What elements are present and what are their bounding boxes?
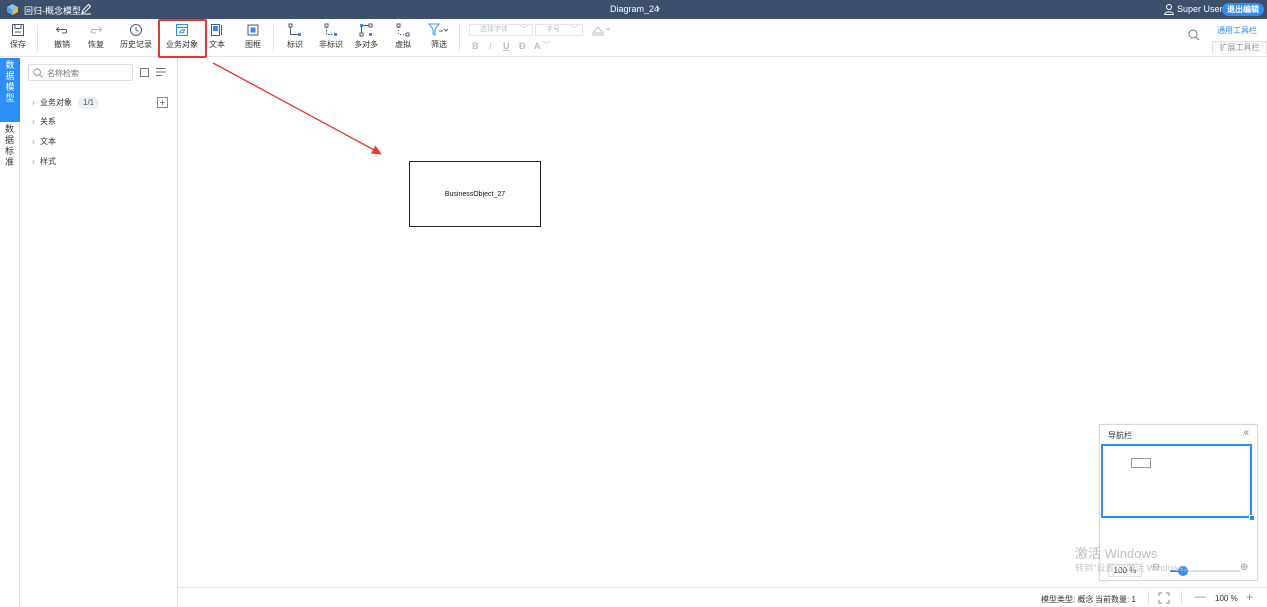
- zoom-level: 100 %: [1215, 594, 1238, 603]
- tree-item-relation[interactable]: › 关系: [32, 115, 56, 129]
- identifying-relation-button[interactable]: 标识: [284, 19, 306, 57]
- zoom-in-button[interactable]: +: [1246, 590, 1253, 604]
- fit-screen-icon[interactable]: [1158, 592, 1170, 604]
- tree-item-text[interactable]: › 文本: [32, 135, 56, 149]
- add-node-icon[interactable]: [157, 97, 168, 108]
- left-tab-strip: [0, 184, 20, 607]
- font-family-select[interactable]: 选择字体 ﹀: [469, 24, 533, 36]
- redo-button[interactable]: 恢复: [83, 19, 109, 57]
- identifying-relation-icon: [288, 23, 301, 36]
- search-input[interactable]: [47, 67, 129, 79]
- history-icon: [130, 24, 142, 36]
- history-button[interactable]: 历史记录: [116, 19, 156, 57]
- chevron-right-icon: ›: [32, 157, 35, 166]
- tree-item-style[interactable]: › 样式: [32, 155, 56, 169]
- count-badge: 1/1: [78, 97, 100, 109]
- zoom-out-button[interactable]: —: [1195, 591, 1206, 603]
- chevron-right-icon[interactable]: ›: [657, 3, 660, 13]
- text-icon: [211, 24, 222, 36]
- title-bar: 回归-概念模型 Diagram_24 › Super User 退出编辑: [0, 0, 1267, 19]
- toolbar-divider: [459, 25, 460, 51]
- italic-button[interactable]: I: [489, 41, 492, 51]
- tab-data-model[interactable]: 数据模型: [0, 58, 20, 122]
- zoom-in-icon[interactable]: ⊕: [1240, 562, 1248, 573]
- fill-color-icon[interactable]: [591, 24, 613, 36]
- model-title: 回归-概念模型: [24, 6, 81, 16]
- toolbar-divider: [273, 25, 274, 51]
- user-name[interactable]: Super User: [1177, 4, 1223, 14]
- frame-icon: [247, 24, 259, 36]
- business-object-entity[interactable]: BusinessObject_27: [409, 161, 541, 227]
- edit-title-icon[interactable]: [80, 3, 92, 15]
- status-divider: [1148, 591, 1149, 605]
- navigator-entity-thumbnail: [1131, 458, 1151, 468]
- navigator-viewport[interactable]: [1101, 444, 1252, 518]
- redo-icon: [90, 26, 103, 34]
- chevron-down-icon: ﹀: [520, 25, 528, 34]
- search-icon: [33, 68, 43, 78]
- text-button[interactable]: 文本: [207, 19, 227, 57]
- main-toolbar: 保存 撤销 恢复 历史记录 业务对象 文本 图框 标识 非标识 多对多 虚拟 筛…: [0, 19, 1267, 57]
- save-icon: [12, 24, 24, 36]
- diagram-title[interactable]: Diagram_24: [610, 4, 659, 14]
- filter-icon: [428, 23, 449, 36]
- tree-item-business-object[interactable]: › 业务对象 1/1: [32, 96, 100, 110]
- save-button[interactable]: 保存: [5, 19, 31, 57]
- bold-button[interactable]: B: [472, 41, 479, 51]
- app-logo-icon: [7, 4, 18, 15]
- business-object-button[interactable]: 业务对象: [161, 19, 203, 57]
- chevron-down-icon[interactable]: ﹀: [543, 40, 551, 51]
- model-sidebar: ›业务对象1/1 ›关系 ›文本 ›样式: [20, 58, 178, 607]
- virtual-relation-button[interactable]: 虚拟: [392, 19, 414, 57]
- chevron-right-icon: ›: [32, 98, 35, 107]
- frame-button[interactable]: 图框: [242, 19, 264, 57]
- windows-activation-watermark: 激活 Windows: [1075, 546, 1158, 561]
- undo-button[interactable]: 撤销: [49, 19, 75, 57]
- chevron-right-icon: ›: [32, 137, 35, 146]
- non-identifying-relation-icon: [324, 23, 337, 36]
- tab-common-tools[interactable]: 通用工具栏: [1217, 25, 1257, 36]
- strikethrough-button[interactable]: Đ: [519, 41, 526, 51]
- navigator-resize-handle[interactable]: [1249, 515, 1255, 521]
- undo-icon: [55, 26, 68, 34]
- search-icon[interactable]: [1188, 29, 1200, 41]
- user-icon: [1164, 4, 1174, 15]
- font-color-button[interactable]: A: [534, 41, 541, 51]
- search-field[interactable]: [28, 64, 133, 81]
- chevron-down-icon: ﹀: [570, 25, 578, 34]
- current-count-status: 当前数量: 1: [1095, 595, 1136, 604]
- select-all-checkbox[interactable]: [140, 68, 149, 77]
- collapse-icon[interactable]: «: [1243, 427, 1249, 438]
- sort-icon[interactable]: [155, 67, 167, 77]
- filter-button[interactable]: 筛选: [426, 19, 452, 57]
- tab-extended-tools[interactable]: 扩展工具栏: [1212, 41, 1267, 54]
- tab-data-standard[interactable]: 数据标准: [0, 122, 20, 184]
- chevron-right-icon: ›: [32, 117, 35, 126]
- underline-button[interactable]: U: [503, 41, 510, 51]
- toolbar-divider: [37, 25, 38, 51]
- business-object-icon: [176, 24, 188, 36]
- exit-edit-button[interactable]: 退出编辑: [1222, 3, 1264, 16]
- navigator-title: 导航栏: [1108, 431, 1132, 440]
- status-divider: [1181, 591, 1182, 605]
- model-type-status: 模型类型: 概念: [1041, 595, 1094, 604]
- status-bar: 模型类型: 概念 当前数量: 1 — 100 % +: [178, 587, 1267, 607]
- virtual-relation-icon: [396, 23, 410, 37]
- non-identifying-relation-button[interactable]: 非标识: [317, 19, 345, 57]
- font-size-select[interactable]: 字号 ﹀: [535, 24, 583, 36]
- many-to-many-icon: [359, 23, 373, 37]
- windows-activation-hint: 转到"设置"以激活 Windows。: [1075, 563, 1193, 573]
- many-to-many-button[interactable]: 多对多: [352, 19, 380, 57]
